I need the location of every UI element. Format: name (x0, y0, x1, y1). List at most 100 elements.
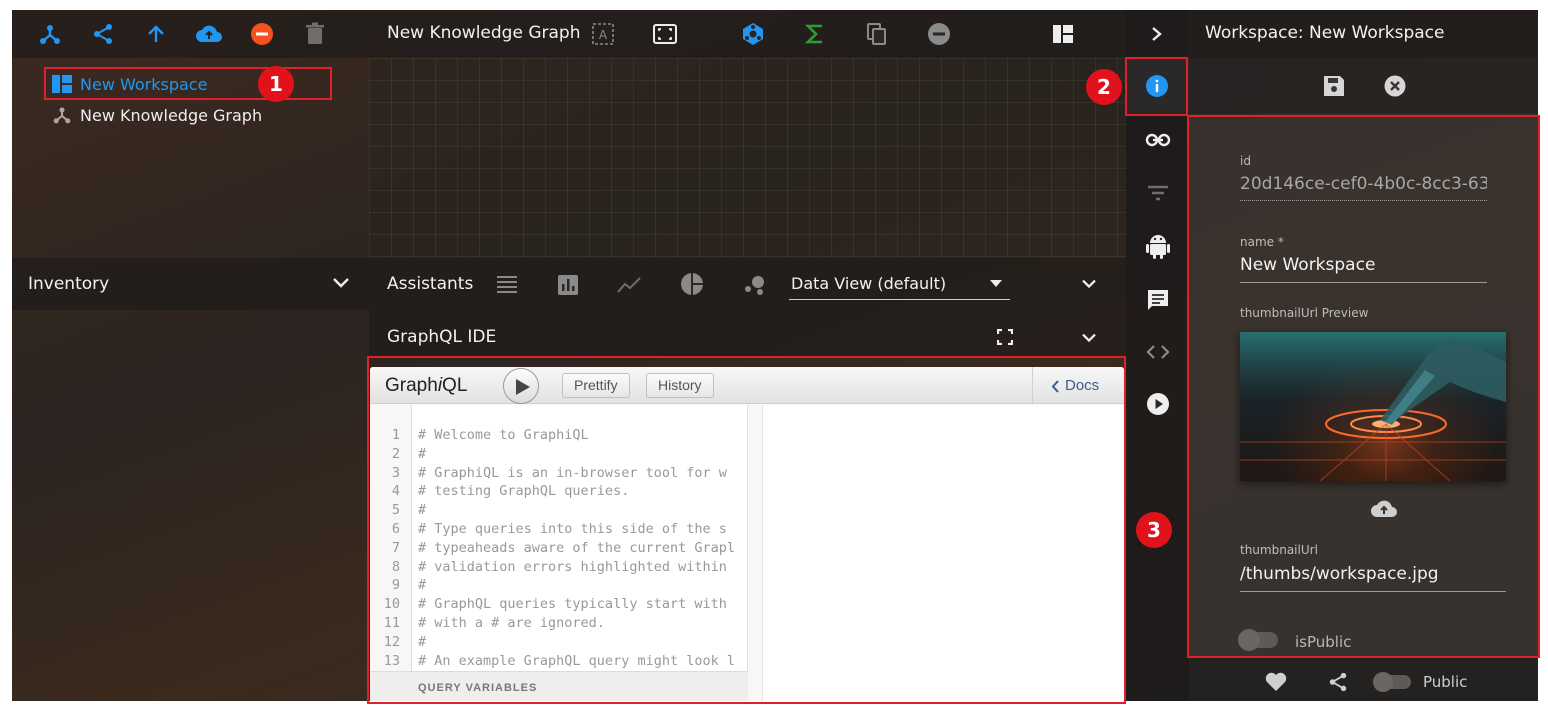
code-line: # validation errors highlighted within (418, 558, 727, 575)
play-icon (516, 379, 530, 395)
chevron-down-icon[interactable] (1081, 332, 1097, 344)
code-line: # (418, 577, 427, 594)
fit-screen-icon[interactable] (651, 20, 679, 48)
left-toolbar (12, 10, 369, 58)
remove-circle-icon[interactable] (925, 20, 953, 48)
rail-info-tab[interactable] (1126, 58, 1189, 114)
line-number: 1 (391, 427, 400, 443)
name-underline (1240, 282, 1487, 283)
cloud-upload-icon[interactable] (195, 20, 223, 48)
android-icon[interactable] (1146, 232, 1170, 260)
chevron-right-icon[interactable] (1150, 26, 1164, 42)
share-icon[interactable] (89, 20, 117, 48)
heart-icon[interactable] (1265, 672, 1287, 692)
line-number: 13 (383, 652, 400, 669)
graph-title: New Knowledge Graph (387, 23, 581, 43)
sigma-icon[interactable] (801, 20, 829, 48)
graphiql-editor: GraphiQL Prettify History Docs 123456789… (370, 367, 1124, 701)
hub-icon[interactable] (739, 20, 767, 48)
cancel-icon[interactable] (1384, 75, 1406, 97)
line-number: 5 (391, 502, 400, 519)
inventory-header[interactable]: Inventory (12, 258, 369, 310)
tree-item-knowledge-graph[interactable]: New Knowledge Graph (52, 102, 262, 128)
comment-icon[interactable] (1146, 288, 1170, 312)
side-rail (1126, 10, 1189, 701)
code-line: # (418, 502, 427, 519)
text-frame-icon[interactable]: A (589, 20, 617, 48)
list-icon[interactable] (496, 274, 518, 294)
docs-button[interactable]: Docs (1032, 367, 1124, 404)
bar-chart-icon[interactable] (557, 274, 579, 296)
line-number: 12 (383, 633, 400, 650)
thumbnail-url-field[interactable]: /thumbs/workspace.jpg (1240, 564, 1439, 584)
graphql-ide-title: GraphQL IDE (387, 327, 497, 347)
remove-circle-icon[interactable] (248, 20, 276, 48)
tree-item-workspace[interactable]: New Workspace (52, 71, 207, 97)
fullscreen-icon[interactable] (997, 329, 1013, 345)
data-view-select[interactable]: Data View (default) (789, 270, 1010, 300)
line-number: 4 (391, 483, 400, 500)
dashboard-icon (52, 75, 72, 93)
query-editor[interactable]: 1 2 3 4 5 6 7 8 9 10 11 12 13 # Welcome to GraphiQL #… (370, 405, 748, 701)
execute-query-button[interactable] (503, 368, 539, 404)
line-number: 9 (391, 577, 400, 594)
history-button[interactable]: History (646, 373, 714, 398)
copy-icon[interactable] (863, 20, 891, 48)
is-public-label: isPublic (1295, 633, 1352, 651)
docs-label: Docs (1065, 377, 1100, 394)
graph-icon[interactable] (36, 20, 64, 48)
pie-chart-icon[interactable] (680, 272, 704, 296)
svg-text:A: A (599, 28, 608, 42)
cloud-upload-icon[interactable] (1370, 498, 1398, 518)
app-window: New Workspace New Knowledge Graph Invent… (12, 10, 1538, 701)
graph-canvas[interactable] (369, 58, 1126, 258)
right-panel-header: Workspace: New Workspace (1189, 10, 1538, 58)
graphql-ide-header: GraphQL IDE (369, 310, 1126, 356)
code-line: # Type queries into this side of the s (418, 521, 727, 537)
chevron-down-icon[interactable] (332, 276, 350, 290)
play-circle-icon[interactable] (1146, 392, 1170, 416)
line-number: 6 (391, 521, 400, 537)
code-line: # An example GraphQL query might look l (418, 652, 735, 669)
inventory-title: Inventory (28, 274, 110, 294)
thumbnail-url-label: thumbnailUrl (1240, 543, 1318, 557)
toggle-knob (1238, 629, 1260, 651)
tree-item-label: New Knowledge Graph (80, 105, 263, 125)
chevron-down-icon[interactable] (1081, 278, 1097, 290)
line-number: 2 (391, 445, 400, 462)
right-panel-title: Workspace: New Workspace (1205, 23, 1445, 43)
line-gutter: 1 2 3 4 5 6 7 8 9 10 11 12 13 (370, 405, 412, 701)
dropdown-arrow-icon (990, 280, 1002, 287)
query-variables-tab[interactable]: QUERY VARIABLES (370, 671, 748, 701)
dashboard-icon[interactable] (1049, 20, 1077, 48)
trash-icon[interactable] (301, 20, 329, 48)
code-line: # GraphiQL is an in-browser tool for w (418, 464, 727, 481)
right-panel-footer: Public (1189, 658, 1538, 701)
public-toggle[interactable] (1373, 672, 1411, 692)
code-icon[interactable] (1146, 344, 1170, 360)
id-underline (1240, 200, 1487, 201)
chevron-left-icon (1051, 380, 1059, 393)
code-line: # (418, 445, 427, 462)
share-icon[interactable] (1327, 671, 1349, 693)
line-number: 3 (391, 464, 400, 481)
graphiql-logo: GraphiQL (385, 375, 467, 397)
link-icon[interactable] (1145, 130, 1171, 150)
graphiql-toolbar: GraphiQL Prettify History Docs (370, 367, 1124, 404)
arrow-up-icon[interactable] (142, 20, 170, 48)
logo-suffix: QL (442, 375, 468, 396)
filter-icon[interactable] (1147, 185, 1169, 201)
line-number: 8 (391, 558, 400, 575)
line-chart-icon[interactable] (617, 276, 641, 294)
annotation-badge-1: 1 (258, 66, 294, 102)
assistants-bar: Assistants Data View (default) (369, 258, 1126, 310)
code-line: # testing GraphQL queries. (418, 483, 630, 500)
name-field[interactable]: New Workspace (1240, 255, 1375, 275)
graph-icon (53, 107, 71, 124)
is-public-toggle[interactable] (1238, 629, 1278, 651)
line-number: 10 (383, 596, 400, 613)
scatter-icon[interactable] (743, 274, 767, 296)
thumbnail-url-underline (1240, 591, 1506, 592)
save-icon[interactable] (1323, 75, 1345, 97)
prettify-button[interactable]: Prettify (562, 373, 630, 398)
